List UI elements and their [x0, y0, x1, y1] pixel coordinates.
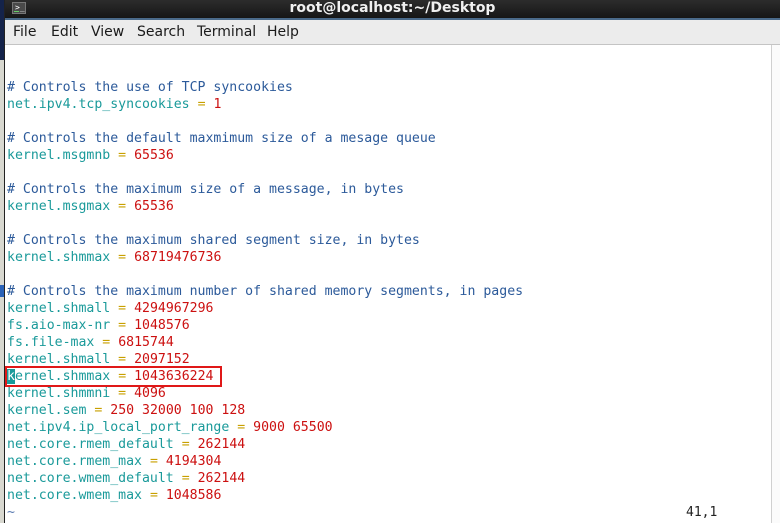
setting-key: kernel.sem — [7, 403, 87, 418]
setting-key: kernel.shmall — [7, 352, 111, 367]
comment-text: # Controls the maximum shared segment si… — [7, 233, 420, 248]
editor-line: net.core.wmem_default = 262144 — [7, 470, 523, 487]
setting-value: 4096 — [134, 386, 166, 401]
equals-sign: = — [181, 471, 190, 486]
menu-edit[interactable]: Edit — [51, 23, 78, 41]
equals-sign: = — [118, 199, 127, 214]
menu-view[interactable]: View — [91, 23, 124, 41]
equals-sign: = — [118, 318, 127, 333]
setting-key: net.ipv4.tcp_syncookies — [7, 97, 190, 112]
editor-line: ~ — [7, 504, 523, 521]
setting-value: 262144 — [197, 471, 246, 486]
setting-value: 4294967296 — [134, 301, 214, 316]
equals-sign: = — [118, 386, 127, 401]
equals-sign: = — [94, 403, 103, 418]
editor-lines: # Controls the use of TCP syncookies net.… — [5, 62, 523, 521]
setting-key: net.core.rmem_default — [7, 437, 174, 452]
title-bar[interactable]: >_ root@localhost:~/Desktop — [5, 0, 780, 20]
setting-key: kernel.shmmax — [7, 369, 111, 384]
setting-key: kernel.shmmni — [7, 386, 111, 401]
equals-sign: = — [181, 437, 190, 452]
setting-key: net.ipv4.ip_local_port_range — [7, 420, 230, 435]
editor-line: # Controls the maximum shared segment si… — [7, 232, 523, 249]
setting-key: kernel.shmmax — [7, 250, 111, 265]
text-cursor: k — [7, 369, 15, 384]
empty-line-marker: ~ — [7, 505, 15, 520]
menu-bar: File Edit View Search Terminal Help — [5, 20, 780, 45]
equals-sign: = — [118, 352, 127, 367]
editor-line: net.core.rmem_default = 262144 — [7, 436, 523, 453]
setting-key: net.core.rmem_max — [7, 454, 142, 469]
editor-line: kernel.shmall = 2097152 — [7, 351, 523, 368]
editor-line: # Controls the default maxmimum size of … — [7, 130, 523, 147]
setting-value: 65536 — [134, 199, 174, 214]
setting-value: 1048576 — [134, 318, 190, 333]
equals-sign: = — [237, 420, 246, 435]
setting-value: 6815744 — [118, 335, 174, 350]
setting-value: 262144 — [197, 437, 246, 452]
equals-sign: = — [118, 301, 127, 316]
terminal-content[interactable]: # Controls the use of TCP syncookies net.… — [5, 45, 772, 523]
equals-sign: = — [149, 454, 158, 469]
editor-line: kernel.shmmax = 1043636224 — [5, 366, 523, 387]
setting-value: 1043636224 — [134, 369, 214, 384]
equals-sign: = — [149, 488, 158, 503]
setting-key: kernel.shmall — [7, 301, 111, 316]
equals-sign: = — [118, 369, 127, 384]
menu-terminal[interactable]: Terminal — [197, 23, 256, 41]
equals-sign: = — [118, 250, 127, 265]
setting-key: net.core.wmem_default — [7, 471, 174, 486]
setting-value: 1 — [213, 97, 222, 112]
editor-line: kernel.shmmax = 68719476736 — [7, 249, 523, 266]
menu-help[interactable]: Help — [267, 23, 299, 41]
editor-line: # Controls the use of TCP syncookies — [7, 79, 523, 96]
editor-line: net.ipv4.ip_local_port_range = 9000 6550… — [7, 419, 523, 436]
comment-text: # Controls the maximum size of a message… — [7, 182, 404, 197]
editor-line: fs.aio-max-nr = 1048576 — [7, 317, 523, 334]
comment-text: # Controls the maximum number of shared … — [7, 284, 524, 299]
menu-file[interactable]: File — [13, 23, 36, 41]
scrollbar[interactable] — [771, 45, 780, 523]
setting-value: 2097152 — [134, 352, 190, 367]
editor-line: net.core.wmem_max = 1048586 — [7, 487, 523, 504]
equals-sign: = — [102, 335, 111, 350]
window-title: root@localhost:~/Desktop — [289, 0, 496, 16]
setting-value: 1048586 — [165, 488, 222, 503]
cursor-position: 41,1 — [686, 505, 718, 520]
setting-key: kernel.msgmnb — [7, 148, 111, 163]
editor-line: kernel.msgmax = 65536 — [7, 198, 523, 215]
editor-line: net.core.rmem_max = 4194304 — [7, 453, 523, 470]
editor-line: net.ipv4.tcp_syncookies = 1 — [7, 96, 523, 113]
equals-sign: = — [197, 97, 206, 112]
editor-line: kernel.shmall = 4294967296 — [7, 300, 523, 317]
setting-key: fs.file-max — [7, 335, 95, 350]
comment-text: # Controls the use of TCP syncookies — [7, 80, 293, 95]
comment-text: # Controls the default maxmimum size of … — [7, 131, 436, 146]
menu-search[interactable]: Search — [137, 23, 185, 41]
editor-line: kernel.msgmnb = 65536 — [7, 147, 523, 164]
editor-line: kernel.sem = 250 32000 100 128 — [7, 402, 523, 419]
setting-key: net.core.wmem_max — [7, 488, 142, 503]
setting-value: 4194304 — [165, 454, 222, 469]
setting-value: 250 32000 100 128 — [110, 403, 246, 418]
setting-value: 9000 65500 — [253, 420, 333, 435]
setting-value: 68719476736 — [134, 250, 222, 265]
setting-value: 65536 — [134, 148, 174, 163]
editor-line: fs.file-max = 6815744 — [7, 334, 523, 351]
equals-sign: = — [118, 148, 127, 163]
setting-key: fs.aio-max-nr — [7, 318, 111, 333]
editor-line: kernel.shmmni = 4096 — [7, 385, 523, 402]
editor-line: # Controls the maximum number of shared … — [7, 283, 523, 300]
setting-key: kernel.msgmax — [7, 199, 111, 214]
editor-line: # Controls the maximum size of a message… — [7, 181, 523, 198]
terminal-window: >_ root@localhost:~/Desktop File Edit Vi… — [4, 0, 780, 523]
